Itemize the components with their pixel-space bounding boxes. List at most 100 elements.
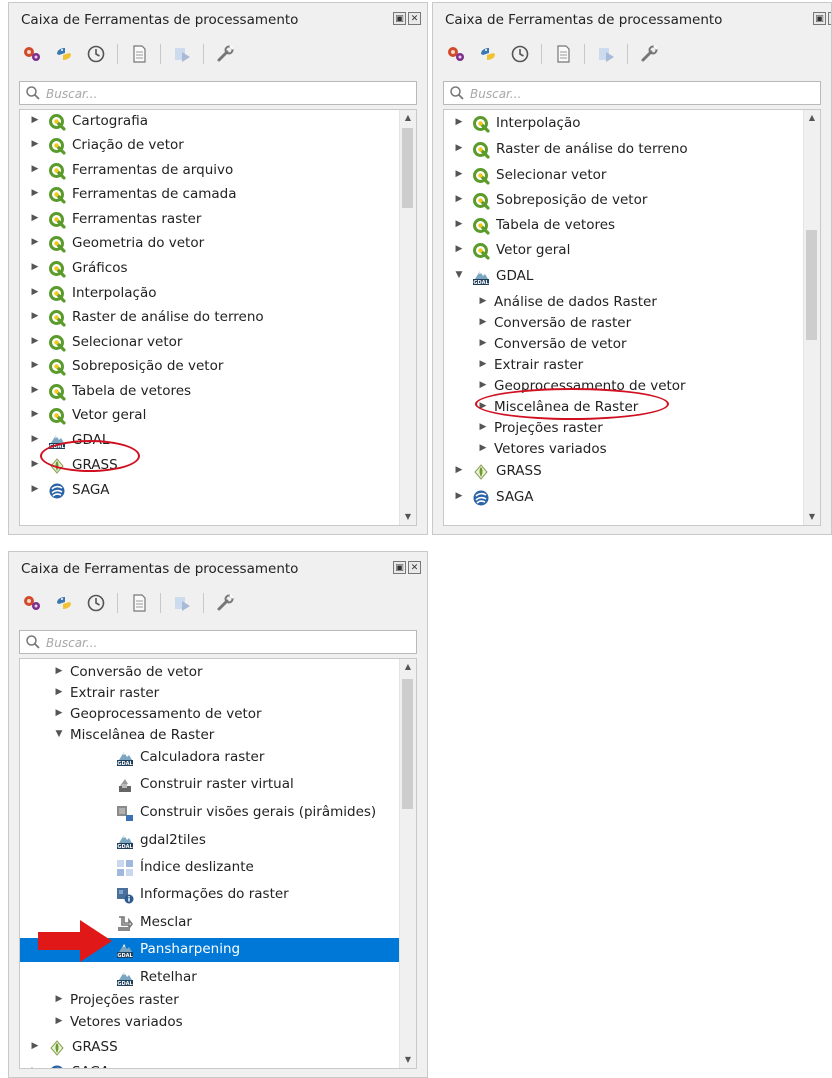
expand-arrow-icon[interactable]: ▶: [30, 139, 40, 149]
expand-arrow-icon[interactable]: ▶: [30, 1066, 40, 1068]
expand-arrow-icon[interactable]: ▶: [30, 336, 40, 346]
tree-item-sobreposicao-de-vetor[interactable]: ▶ Sobreposição de vetor: [444, 189, 804, 213]
expand-arrow-icon[interactable]: ▶: [54, 994, 64, 1004]
collapse-arrow-icon[interactable]: ▼: [54, 729, 64, 739]
expand-arrow-icon[interactable]: ▶: [30, 213, 40, 223]
close-icon[interactable]: ✕: [828, 12, 831, 25]
expand-arrow-icon[interactable]: ▶: [478, 296, 488, 306]
tree-item-ferramentas-de-camada[interactable]: ▶ Ferramentas de camada: [20, 183, 400, 207]
tree-item-graficos[interactable]: ▶ Gráficos: [20, 257, 400, 281]
expand-arrow-icon[interactable]: ▶: [478, 443, 488, 453]
tree-item-saga[interactable]: ▶ SAGA: [20, 479, 400, 503]
tree-item-selecionar-vetor[interactable]: ▶ Selecionar vetor: [444, 164, 804, 188]
tree-item-grass[interactable]: ▶ GRASS: [444, 460, 804, 484]
float-icon[interactable]: ▣: [393, 12, 406, 25]
vertical-scrollbar[interactable]: ▲ ▼: [803, 110, 820, 525]
search-input[interactable]: [44, 633, 412, 653]
tree-item-saga[interactable]: ▶ SAGA: [20, 1061, 400, 1068]
expand-arrow-icon[interactable]: ▶: [54, 687, 64, 697]
models-icon[interactable]: [21, 592, 43, 614]
search-input[interactable]: [468, 84, 816, 104]
tree-item-selecionar-vetor[interactable]: ▶ Selecionar vetor: [20, 331, 400, 355]
search-input[interactable]: [44, 84, 412, 104]
tree-item-saga[interactable]: ▶ SAGA: [444, 486, 804, 510]
close-icon[interactable]: ✕: [408, 12, 421, 25]
expand-arrow-icon[interactable]: ▶: [454, 117, 464, 127]
scroll-down-icon[interactable]: ▼: [804, 509, 820, 525]
close-icon[interactable]: ✕: [408, 561, 421, 574]
expand-arrow-icon[interactable]: ▶: [30, 262, 40, 272]
scroll-up-icon[interactable]: ▲: [400, 110, 416, 126]
expand-arrow-icon[interactable]: ▶: [30, 360, 40, 370]
tree-item-raster-de-analise-do-terreno[interactable]: ▶ Raster de análise do terreno: [20, 306, 400, 330]
algorithm-tree[interactable]: ▶ Interpolação ▶ Raster de análise do terre…: [443, 109, 821, 526]
expand-arrow-icon[interactable]: ▶: [30, 188, 40, 198]
expand-arrow-icon[interactable]: ▶: [30, 115, 40, 125]
expand-arrow-icon[interactable]: ▶: [454, 194, 464, 204]
expand-arrow-icon[interactable]: ▶: [30, 164, 40, 174]
tree-item-mesclar[interactable]: Mesclar: [20, 911, 400, 935]
options-icon[interactable]: [638, 43, 660, 65]
edit-features-icon[interactable]: [171, 43, 193, 65]
expand-arrow-icon[interactable]: ▶: [30, 1041, 40, 1051]
python-icon[interactable]: [53, 592, 75, 614]
scroll-down-icon[interactable]: ▼: [400, 1052, 416, 1068]
options-icon[interactable]: [214, 592, 236, 614]
results-icon[interactable]: [128, 43, 150, 65]
python-icon[interactable]: [53, 43, 75, 65]
expand-arrow-icon[interactable]: ▶: [478, 317, 488, 327]
options-icon[interactable]: [214, 43, 236, 65]
tree-item-cartografia[interactable]: ▶ Cartografia: [20, 110, 400, 134]
history-icon[interactable]: [509, 43, 531, 65]
tree-item-gdal[interactable]: ▼ GDAL GDAL: [444, 265, 804, 289]
expand-arrow-icon[interactable]: ▶: [30, 311, 40, 321]
results-icon[interactable]: [552, 43, 574, 65]
expand-arrow-icon[interactable]: ▶: [478, 380, 488, 390]
search-field[interactable]: [19, 630, 417, 654]
tree-item-gdal2tiles[interactable]: GDAL gdal2tiles: [20, 829, 400, 853]
tree-item-indice-deslizante[interactable]: Índice deslizante: [20, 856, 400, 880]
tree-item-sobreposicao-de-vetor[interactable]: ▶ Sobreposição de vetor: [20, 355, 400, 379]
expand-arrow-icon[interactable]: ▶: [30, 434, 40, 444]
tree-item-tabela-de-vetores[interactable]: ▶ Tabela de vetores: [444, 214, 804, 238]
edit-features-icon[interactable]: [595, 43, 617, 65]
expand-arrow-icon[interactable]: ▶: [454, 169, 464, 179]
algorithm-tree[interactable]: ▶ Conversão de vetor ▶ Extrair raster ▶ Geopr…: [19, 658, 417, 1069]
scrollbar-thumb[interactable]: [402, 679, 413, 809]
tree-item-interpolacao[interactable]: ▶ Interpolação: [20, 282, 400, 306]
tree-item-raster-de-analise-do-terreno[interactable]: ▶ Raster de análise do terreno: [444, 138, 804, 162]
expand-arrow-icon[interactable]: ▶: [54, 708, 64, 718]
expand-arrow-icon[interactable]: ▶: [454, 465, 464, 475]
tree-item-miscelanea-de-raster[interactable]: ▼ Miscelânea de Raster: [20, 724, 400, 748]
expand-arrow-icon[interactable]: ▶: [478, 359, 488, 369]
scrollbar-thumb[interactable]: [806, 230, 817, 340]
tree-item-interpolacao[interactable]: ▶ Interpolação: [444, 112, 804, 136]
tree-item-tabela-de-vetores[interactable]: ▶ Tabela de vetores: [20, 380, 400, 404]
tree-item-grass[interactable]: ▶ GRASS: [20, 1036, 400, 1060]
scroll-down-icon[interactable]: ▼: [400, 509, 416, 525]
tree-item-projecoes-raster[interactable]: ▶ Projeções raster: [20, 989, 400, 1013]
edit-features-icon[interactable]: [171, 592, 193, 614]
expand-arrow-icon[interactable]: ▶: [454, 219, 464, 229]
expand-arrow-icon[interactable]: ▶: [454, 244, 464, 254]
tree-item-vetor-geral[interactable]: ▶ Vetor geral: [444, 239, 804, 263]
tree-item-construir-visoes-gerais-piramides[interactable]: Construir visões gerais (pirâmides): [20, 801, 400, 825]
tree-item-vetor-geral[interactable]: ▶ Vetor geral: [20, 404, 400, 428]
history-icon[interactable]: [85, 43, 107, 65]
tree-item-calculadora-raster[interactable]: GDAL Calculadora raster: [20, 746, 400, 770]
search-field[interactable]: [443, 81, 821, 105]
tree-item-ferramentas-de-arquivo[interactable]: ▶ Ferramentas de arquivo: [20, 159, 400, 183]
scroll-up-icon[interactable]: ▲: [400, 659, 416, 675]
expand-arrow-icon[interactable]: ▶: [478, 422, 488, 432]
expand-arrow-icon[interactable]: ▶: [30, 287, 40, 297]
tree-item-grass[interactable]: ▶ GRASS: [20, 454, 400, 478]
expand-arrow-icon[interactable]: ▶: [54, 666, 64, 676]
vertical-scrollbar[interactable]: ▲ ▼: [399, 659, 416, 1068]
scrollbar-thumb[interactable]: [402, 128, 413, 208]
algorithm-tree[interactable]: ▶ Cartografia ▶ Criação de vetor ▶ Ferramenta…: [19, 109, 417, 526]
models-icon[interactable]: [445, 43, 467, 65]
models-icon[interactable]: [21, 43, 43, 65]
expand-arrow-icon[interactable]: ▶: [30, 237, 40, 247]
tree-item-pansharpening[interactable]: GDAL Pansharpening: [20, 938, 400, 962]
tree-item-geometria-do-vetor[interactable]: ▶ Geometria do vetor: [20, 232, 400, 256]
